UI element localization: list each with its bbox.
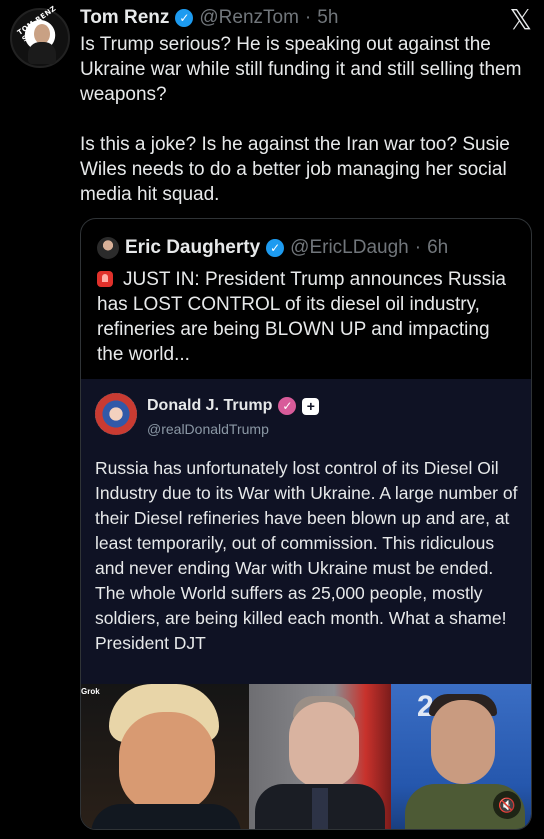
photo-putin-face xyxy=(289,702,359,788)
embedded-author-name[interactable]: Donald J. Trump xyxy=(147,397,272,415)
quote-author-name[interactable]: Eric Daugherty xyxy=(125,237,260,259)
avatar-suit xyxy=(28,42,56,64)
photo-putin[interactable] xyxy=(249,684,391,829)
post-header: Tom Renz ✓ @RenzTom · 5h xyxy=(80,6,504,30)
photo-trump-face xyxy=(119,712,215,812)
dot-separator: · xyxy=(414,237,422,258)
photo-trump-suit xyxy=(91,804,241,829)
avatar-face xyxy=(34,24,50,44)
photo-zelensky-face xyxy=(431,700,495,784)
photo-putin-tie xyxy=(312,788,328,829)
quote-timestamp[interactable]: 6h xyxy=(427,237,448,259)
quote-text: JUST IN: President Trump announces Russi… xyxy=(97,269,506,365)
post-timestamp[interactable]: 5h xyxy=(317,7,338,29)
quote-text-block: JUST IN: President Trump announces Russi… xyxy=(97,267,517,367)
photo-trump[interactable] xyxy=(81,684,249,829)
verified-badge-icon: ✓ xyxy=(175,9,194,27)
quote-author-handle[interactable]: @EricLDaugh xyxy=(290,237,409,259)
verified-check-icon: ✓ xyxy=(278,397,297,415)
eric-daugherty-avatar[interactable] xyxy=(97,237,119,259)
media-gallery[interactable]: 2 🔇 xyxy=(81,684,531,829)
tom-renz-avatar[interactable]: TOM RENZ SHOW xyxy=(10,4,70,68)
embedded-truth-post[interactable]: Donald J. Trump ✓ + @realDonaldTrump Rus… xyxy=(81,379,531,829)
grok-label: Grok xyxy=(81,687,100,696)
dot-separator: · xyxy=(304,7,312,28)
trump-avatar[interactable] xyxy=(95,393,137,435)
follow-plus-icon[interactable]: + xyxy=(302,397,320,415)
post-author-name[interactable]: Tom Renz xyxy=(80,7,169,29)
post-text: Is Trump serious? He is speaking out aga… xyxy=(80,34,522,205)
post-author-handle[interactable]: @RenzTom xyxy=(199,7,299,29)
embedded-author-row: Donald J. Trump ✓ + xyxy=(147,397,320,415)
photo-zelensky[interactable]: 2 🔇 xyxy=(391,684,531,829)
siren-icon xyxy=(97,271,113,287)
embedded-post-text: Russia has unfortunately lost control of… xyxy=(95,458,518,653)
mute-icon[interactable]: 🔇 xyxy=(493,791,521,819)
quote-header: Eric Daugherty ✓ @EricLDaugh · 6h xyxy=(97,235,523,261)
embedded-author-handle[interactable]: @realDonaldTrump xyxy=(147,421,269,437)
verified-badge-icon: ✓ xyxy=(266,239,285,257)
quoted-post[interactable]: Eric Daugherty ✓ @EricLDaugh · 6h JUST I… xyxy=(80,218,532,830)
